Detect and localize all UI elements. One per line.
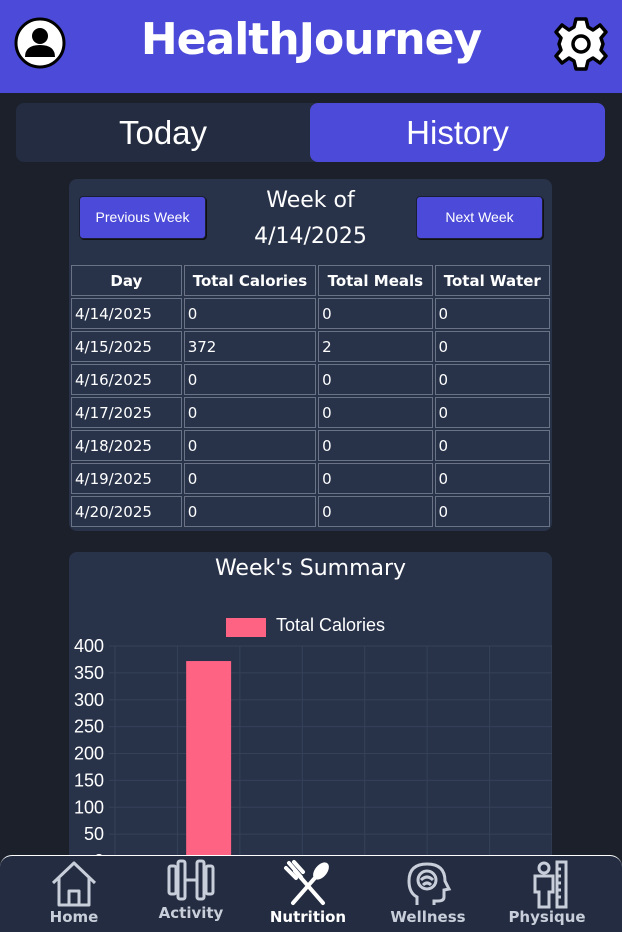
cell-water: 0 — [434, 397, 550, 428]
cell-meals: 0 — [318, 430, 433, 461]
y-tick-label: 150 — [74, 770, 104, 790]
week-date: 4/14/2025 — [254, 224, 367, 249]
table-row: 4/16/2025 0 0 0 — [71, 364, 550, 395]
week-of-heading: Week of 4/14/2025 — [239, 183, 382, 255]
cell-meals: 0 — [318, 397, 433, 428]
weekly-summary-card: Week's Summary Total Calories 400 350 300 2… — [69, 552, 552, 882]
table-row: 4/19/2025 0 0 0 — [71, 463, 550, 494]
calories-bar-chart: 400350300250200150100500 — [74, 636, 552, 882]
cell-water: 0 — [434, 430, 550, 461]
nav-label-home: Home — [49, 908, 99, 926]
nav-item-physique[interactable]: Physique — [497, 856, 597, 932]
app-header: HealthJourney — [0, 0, 622, 93]
cell-meals: 2 — [318, 331, 433, 362]
week-table: Day Total Calories Total Meals Total Wat… — [69, 263, 552, 529]
cell-day: 4/16/2025 — [71, 364, 182, 395]
table-row: 4/14/2025 0 0 0 — [71, 298, 550, 329]
cell-calories: 0 — [183, 496, 317, 527]
next-week-button[interactable]: Next Week — [416, 196, 543, 239]
table-header-row: Day Total Calories Total Meals Total Wat… — [71, 265, 550, 296]
cell-water: 0 — [434, 331, 550, 362]
cell-water: 0 — [434, 496, 550, 527]
tab-today[interactable]: Today — [16, 103, 310, 162]
nav-item-wellness[interactable]: Wellness — [378, 856, 478, 932]
bottom-nav: Home Activity Nutrition Wellness Physiqu… — [0, 855, 622, 932]
column-header-water: Total Water — [434, 265, 550, 296]
column-header-calories: Total Calories — [183, 265, 317, 296]
cell-water: 0 — [434, 298, 550, 329]
week-of-label: Week of — [266, 188, 355, 213]
brain-icon — [407, 862, 452, 905]
nav-item-home[interactable]: Home — [24, 856, 124, 932]
view-tabs: Today History — [16, 103, 605, 162]
cell-day: 4/14/2025 — [71, 298, 182, 329]
table-row: 4/15/2025 372 2 0 — [71, 331, 550, 362]
cell-meals: 0 — [318, 496, 433, 527]
table-row: 4/17/2025 0 0 0 — [71, 397, 550, 428]
cell-day: 4/20/2025 — [71, 496, 182, 527]
cell-water: 0 — [434, 463, 550, 494]
cell-day: 4/18/2025 — [71, 430, 182, 461]
table-row: 4/20/2025 0 0 0 — [71, 496, 550, 527]
body-measure-icon — [533, 860, 568, 909]
column-header-day: Day — [71, 265, 182, 296]
bar-4/15/2025[interactable] — [186, 661, 232, 882]
tab-history[interactable]: History — [310, 103, 605, 162]
cell-meals: 0 — [318, 463, 433, 494]
cell-calories: 0 — [183, 397, 317, 428]
y-tick-label: 200 — [74, 744, 104, 764]
cell-day: 4/15/2025 — [71, 331, 182, 362]
dumbbell-icon — [167, 859, 215, 901]
nav-label-nutrition: Nutrition — [269, 908, 347, 926]
fork-knife-icon — [284, 860, 329, 905]
cell-day: 4/17/2025 — [71, 397, 182, 428]
nav-label-activity: Activity — [158, 904, 224, 922]
week-card: Previous Week Week of 4/14/2025 Next Wee… — [69, 179, 552, 531]
app-title: HealthJourney — [140, 14, 482, 65]
cell-day: 4/19/2025 — [71, 463, 182, 494]
gear-icon[interactable] — [554, 17, 608, 71]
nav-label-wellness: Wellness — [390, 908, 466, 926]
cell-calories: 0 — [183, 463, 317, 494]
cell-water: 0 — [434, 364, 550, 395]
table-row: 4/18/2025 0 0 0 — [71, 430, 550, 461]
cell-calories: 0 — [183, 298, 317, 329]
y-tick-label: 300 — [74, 690, 104, 710]
y-tick-label: 100 — [74, 797, 104, 817]
nav-label-physique: Physique — [508, 908, 586, 926]
cell-calories: 0 — [183, 430, 317, 461]
column-header-meals: Total Meals — [318, 265, 433, 296]
y-tick-label: 50 — [84, 824, 104, 844]
home-icon — [51, 861, 97, 907]
nav-item-activity[interactable]: Activity — [141, 856, 241, 932]
cell-calories: 0 — [183, 364, 317, 395]
previous-week-button[interactable]: Previous Week — [79, 196, 206, 239]
y-tick-label: 250 — [74, 717, 104, 737]
nav-item-nutrition[interactable]: Nutrition — [258, 856, 358, 932]
cell-meals: 0 — [318, 298, 433, 329]
y-tick-label: 400 — [74, 636, 104, 656]
cell-calories: 372 — [183, 331, 317, 362]
y-tick-label: 350 — [74, 663, 104, 683]
cell-meals: 0 — [318, 364, 433, 395]
